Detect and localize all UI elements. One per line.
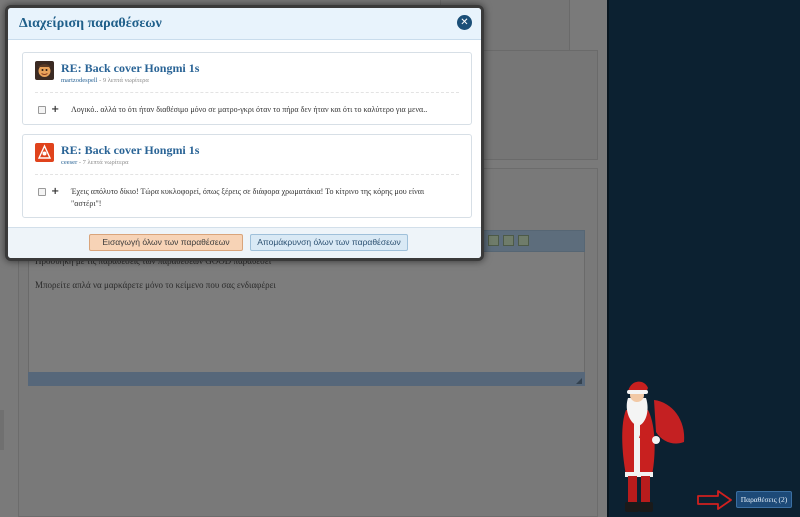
quote-text: Λογικό.. αλλά το ότι ήταν διαθέσιμο μόνο… (71, 105, 428, 114)
santa-figure (622, 381, 685, 512)
divider (35, 174, 459, 175)
avatar (35, 61, 54, 80)
quote-meta: martzodespell - 9 λεπτά νωρίτερα (61, 77, 149, 84)
quote-author-link[interactable]: martzodespell (61, 77, 97, 84)
editor-footer (28, 372, 585, 386)
right-arrow-icon (697, 490, 732, 510)
plus-icon[interactable]: + (51, 105, 59, 115)
quote-title-link[interactable]: RE: Back cover Hongmi 1s (61, 143, 199, 158)
close-icon[interactable]: ✕ (457, 15, 472, 30)
quote-item: RE: Back cover Hongmi 1s ceeser - 7 λεπτ… (22, 134, 472, 218)
quote-text-line: Έχεις απόλυτο δίκιο! Τώρα κυκλοφορεί, όπ… (71, 187, 425, 196)
quote-text: Έχεις απόλυτο δίκιο! Τώρα κυκλοφορεί, όπ… (71, 186, 466, 210)
quote-checkbox[interactable] (38, 106, 46, 114)
quote-manager-modal: Διαχείριση παραθέσεων ✕ RE: Back cover H… (5, 5, 484, 261)
quote-checkbox[interactable] (38, 188, 46, 196)
insert-all-quotes-button[interactable]: Εισαγωγή όλων των παραθέσεων (89, 234, 243, 251)
modal-footer: Εισαγωγή όλων των παραθέσεων Απομάκρυνση… (8, 227, 481, 258)
quote-time: - 9 λεπτά νωρίτερα (97, 77, 149, 84)
toolbar-button[interactable] (518, 235, 529, 246)
quote-time: - 7 λεπτά νωρίτερα (77, 159, 129, 166)
quote-title-link[interactable]: RE: Back cover Hongmi 1s (61, 61, 199, 76)
background-strip (0, 410, 4, 450)
toolbar-button[interactable] (488, 235, 499, 246)
plus-icon[interactable]: + (51, 187, 59, 197)
avatar (35, 143, 54, 162)
toolbar-button[interactable] (503, 235, 514, 246)
quotes-button[interactable]: Παραθέσεις (2) (736, 491, 792, 508)
quote-meta: ceeser - 7 λεπτά νωρίτερα (61, 159, 129, 166)
quote-text-line: "αστέρι"! (71, 199, 102, 208)
message-editor[interactable]: Προσθήκη με τις παραθέσεις των παραθέσεω… (28, 252, 585, 372)
editor-line: Μπορείτε απλά να μαρκάρετε μόνο το κείμε… (35, 280, 276, 290)
resize-grip-icon[interactable] (576, 378, 582, 384)
modal-title: Διαχείριση παραθέσεων (19, 16, 162, 31)
quote-item: RE: Back cover Hongmi 1s martzodespell -… (22, 52, 472, 125)
quote-author-link[interactable]: ceeser (61, 159, 77, 166)
remove-all-quotes-button[interactable]: Απομάκρυνση όλων των παραθέσεων (250, 234, 408, 251)
modal-header: Διαχείριση παραθέσεων ✕ (8, 8, 481, 40)
divider (35, 92, 459, 93)
background-panel (470, 50, 598, 160)
